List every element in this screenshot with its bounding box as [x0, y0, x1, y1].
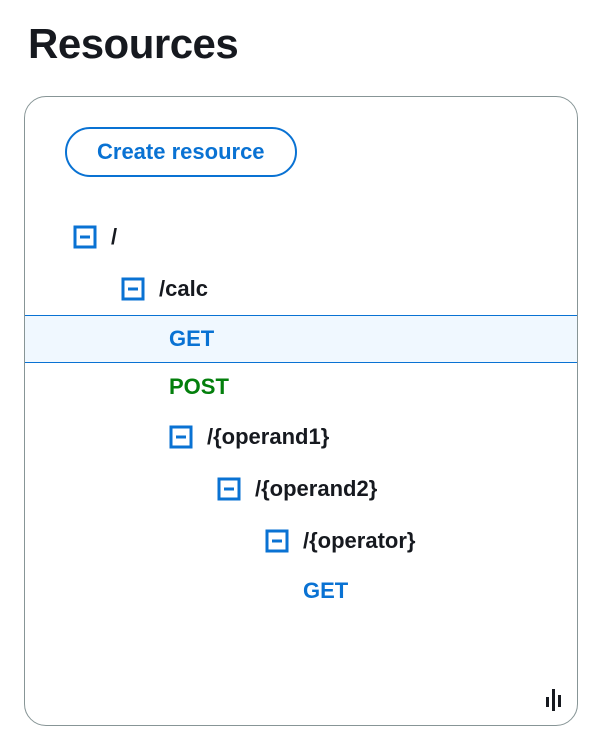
- method-post-calc[interactable]: POST: [25, 363, 577, 411]
- method-label: POST: [169, 374, 229, 400]
- resource-path-label: /{operand2}: [255, 476, 377, 502]
- resources-panel: Create resource / /calc: [24, 96, 578, 726]
- resource-node-root[interactable]: /: [25, 211, 577, 263]
- create-resource-button[interactable]: Create resource: [65, 127, 297, 177]
- method-get-calc[interactable]: GET: [25, 315, 577, 363]
- resource-node-operator[interactable]: /{operator}: [25, 515, 577, 567]
- collapse-icon[interactable]: [73, 225, 97, 249]
- resource-node-operand1[interactable]: /{operand1}: [25, 411, 577, 463]
- collapse-icon[interactable]: [121, 277, 145, 301]
- method-label: GET: [169, 326, 214, 352]
- resource-tree: / /calc GET POST: [25, 211, 577, 615]
- resource-node-operand2[interactable]: /{operand2}: [25, 463, 577, 515]
- resource-path-label: /calc: [159, 276, 208, 302]
- resource-path-label: /{operand1}: [207, 424, 329, 450]
- resource-path-label: /{operator}: [303, 528, 415, 554]
- collapse-icon[interactable]: [265, 529, 289, 553]
- page-title: Resources: [28, 20, 578, 68]
- method-get-operator[interactable]: GET: [25, 567, 577, 615]
- collapse-icon[interactable]: [217, 477, 241, 501]
- resource-node-calc[interactable]: /calc: [25, 263, 577, 315]
- method-label: GET: [303, 578, 348, 604]
- resource-path-label: /: [111, 224, 117, 250]
- scroll-indicator-icon: [545, 689, 563, 711]
- collapse-icon[interactable]: [169, 425, 193, 449]
